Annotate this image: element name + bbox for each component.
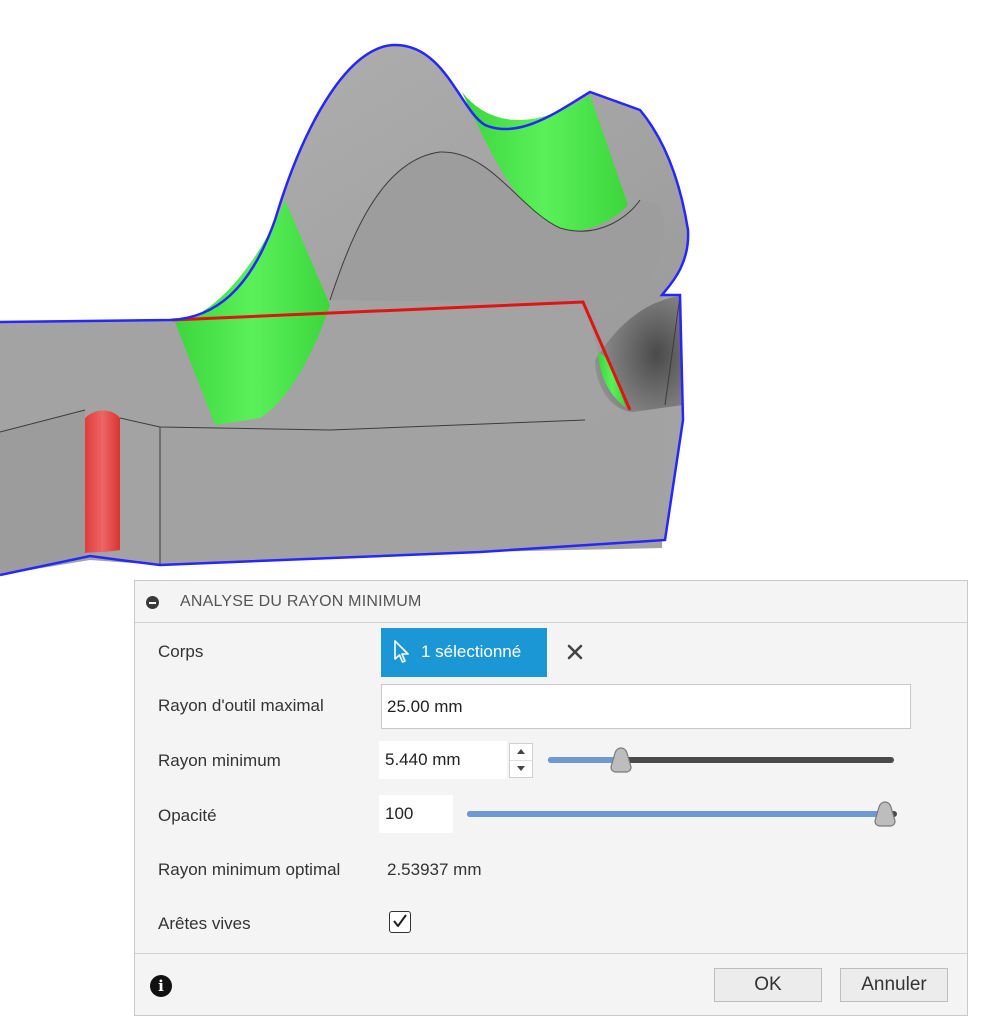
max-tool-radius-label: Rayon d'outil maximal	[158, 696, 324, 715]
min-radius-slider-thumb[interactable]	[609, 747, 633, 773]
ok-button[interactable]: OK	[714, 968, 822, 1002]
front-face	[160, 405, 665, 565]
optimal-min-radius-label: Rayon minimum optimal	[158, 860, 341, 879]
model-viewport[interactable]	[0, 0, 990, 600]
min-radius-spinner[interactable]	[509, 743, 533, 778]
sharp-edges-label: Arêtes vives	[158, 914, 251, 933]
selection-count-label: 1 sélectionné	[421, 642, 522, 661]
red-face-fillet	[85, 410, 120, 553]
panel-title: ANALYSE DU RAYON MINIMUM	[180, 593, 422, 610]
sharp-edges-checkbox[interactable]	[389, 911, 411, 933]
body-label: Corps	[158, 642, 204, 661]
opacity-slider[interactable]	[467, 801, 897, 827]
opacity-label: Opacité	[158, 806, 217, 825]
opacity-input[interactable]: 100	[379, 795, 453, 833]
panel-header[interactable]: ANALYSE DU RAYON MINIMUM	[135, 581, 967, 623]
checkmark-icon	[393, 914, 407, 927]
min-radius-value: 5.440 mm	[385, 750, 461, 769]
max-tool-radius-value: 25.00 mm	[387, 696, 463, 716]
body-selection-button[interactable]: 1 sélectionné	[381, 628, 547, 677]
spinner-up-icon[interactable]	[510, 744, 532, 761]
close-icon[interactable]	[564, 641, 586, 663]
max-tool-radius-input[interactable]: 25.00 mm	[381, 684, 911, 729]
cancel-button[interactable]: Annuler	[840, 968, 948, 1002]
opacity-value: 100	[385, 804, 414, 823]
spinner-down-icon[interactable]	[510, 761, 532, 777]
opacity-slider-thumb[interactable]	[873, 801, 897, 827]
panel-footer-divider	[135, 953, 967, 954]
opacity-slider-fill	[467, 811, 885, 817]
min-radius-input[interactable]: 5.440 mm	[379, 741, 507, 779]
min-radius-slider[interactable]	[548, 747, 894, 773]
min-radius-analysis-panel: ANALYSE DU RAYON MINIMUM Corps 1 sélecti…	[134, 580, 968, 1016]
collapse-icon[interactable]	[146, 596, 159, 609]
left-step-face	[0, 410, 85, 575]
optimal-min-radius-value: 2.53937 mm	[387, 860, 482, 879]
min-radius-label: Rayon minimum	[158, 751, 281, 770]
cursor-icon	[394, 640, 409, 663]
info-icon[interactable]: i	[150, 975, 172, 997]
